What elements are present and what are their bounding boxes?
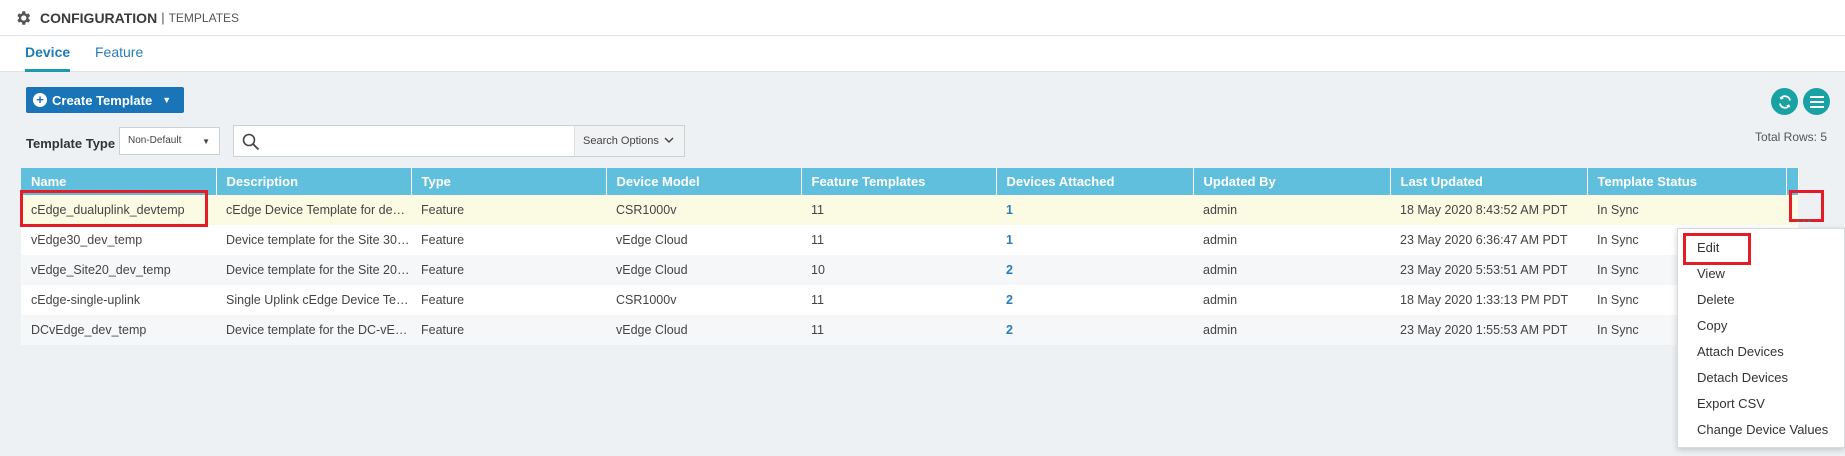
cell-description: cEdge Device Template for devices with d… bbox=[216, 195, 411, 225]
cell-device-model: vEdge Cloud bbox=[616, 233, 688, 247]
tab-bar: Device Feature bbox=[0, 36, 1845, 72]
caret-down-icon: ▼ bbox=[162, 95, 172, 105]
table-row[interactable]: vEdge30_dev_temp Device template for the… bbox=[21, 225, 1798, 255]
cell-name: vEdge30_dev_temp bbox=[31, 233, 143, 247]
table-row[interactable]: cEdge_dualuplink_devtemp cEdge Device Te… bbox=[21, 195, 1798, 225]
cell-device-model: CSR1000v bbox=[606, 195, 801, 225]
cell-feature-templates: 10 bbox=[801, 255, 996, 285]
page-header: CONFIGURATION | TEMPLATES bbox=[0, 0, 1845, 36]
cell-updated-by: admin bbox=[1193, 315, 1390, 345]
devices-attached-link[interactable]: 2 bbox=[996, 255, 1193, 285]
cell-updated-by: admin bbox=[1203, 293, 1238, 307]
table-header-row: Name Description Type Device Model Featu… bbox=[21, 168, 1799, 195]
menu-item-attach-devices[interactable]: Attach Devices bbox=[1697, 344, 1784, 359]
cell-device-model: vEdge Cloud bbox=[606, 255, 801, 285]
row-actions-menu: Edit View Delete Copy Attach Devices Det… bbox=[1677, 228, 1845, 448]
devices-attached-link[interactable]: 2 bbox=[996, 315, 1193, 345]
cell-updated-by: admin bbox=[1193, 195, 1390, 225]
cell-type: Feature bbox=[411, 255, 606, 285]
menu-item-delete[interactable]: Delete bbox=[1697, 292, 1735, 307]
menu-item-edit[interactable]: Edit bbox=[1697, 240, 1719, 255]
cell-updated-by: admin bbox=[1193, 255, 1390, 285]
total-rows-count: Total Rows: 5 bbox=[1754, 130, 1827, 144]
template-type-value: Non-Default bbox=[128, 135, 182, 146]
cell-feature-templates: 11 bbox=[801, 195, 996, 225]
cell-name: vEdge_Site20_dev_temp bbox=[21, 255, 216, 285]
column-header-device-model[interactable]: Device Model bbox=[606, 168, 802, 195]
menu-item-copy[interactable]: Copy bbox=[1697, 318, 1727, 333]
cell-feature-templates: 11 bbox=[811, 233, 824, 247]
column-header-devices-attached[interactable]: Devices Attached bbox=[996, 168, 1194, 195]
hamburger-menu-icon bbox=[1809, 95, 1824, 108]
column-header-template-status[interactable]: Template Status bbox=[1587, 168, 1787, 195]
cell-name: cEdge-single-uplink bbox=[31, 293, 141, 307]
title-separator: | bbox=[161, 10, 165, 25]
cell-last-updated: 23 May 2020 1:55:53 AM PDT bbox=[1390, 315, 1587, 345]
devices-attached-link[interactable]: 1 bbox=[996, 195, 1193, 225]
menu-item-view[interactable]: View bbox=[1697, 266, 1725, 281]
tab-device[interactable]: Device bbox=[25, 44, 71, 72]
search-options-button[interactable]: Search Options bbox=[574, 126, 684, 156]
column-header-updated-by[interactable]: Updated By bbox=[1193, 168, 1391, 195]
cell-description: Device template for the Site 20 vEdges bbox=[216, 255, 411, 285]
search-options-label: Search Options bbox=[583, 135, 659, 147]
menu-item-export-csv[interactable]: Export CSV bbox=[1697, 396, 1765, 411]
plus-circle-icon: + bbox=[33, 93, 47, 107]
column-header-last-updated[interactable]: Last Updated bbox=[1390, 168, 1588, 195]
create-template-label: Create Template bbox=[52, 92, 153, 108]
cell-type: Feature bbox=[421, 293, 465, 307]
search-box: Search Options bbox=[233, 125, 685, 157]
table-menu-button[interactable] bbox=[1803, 88, 1830, 115]
gear-icon bbox=[17, 10, 31, 25]
tab-feature[interactable]: Feature bbox=[95, 44, 143, 69]
cell-description: Device template for the Site 30 vEdge bbox=[226, 233, 411, 247]
table-row[interactable]: cEdge-single-uplink Single Uplink cEdge … bbox=[21, 285, 1798, 315]
create-template-button[interactable]: + Create Template ▼ bbox=[26, 87, 184, 113]
chevron-down-icon bbox=[664, 137, 674, 143]
refresh-button[interactable] bbox=[1771, 88, 1798, 115]
cell-description: Single Uplink cEdge Device Template bbox=[226, 293, 411, 307]
table-row[interactable]: DCvEdge_dev_temp Device template for the… bbox=[21, 315, 1798, 345]
cell-description: Device template for the DC-vEdges bbox=[216, 315, 411, 345]
template-type-select[interactable]: Non-Default ▼ bbox=[119, 127, 220, 155]
table-row[interactable]: vEdge_Site20_dev_temp Device template fo… bbox=[21, 255, 1798, 285]
cell-type: Feature bbox=[421, 233, 465, 247]
cell-updated-by: admin bbox=[1203, 233, 1238, 247]
cell-device-model: vEdge Cloud bbox=[606, 315, 801, 345]
highlight-name-cell bbox=[20, 190, 208, 227]
cell-feature-templates: 11 bbox=[801, 315, 996, 345]
search-input[interactable] bbox=[268, 130, 603, 152]
cell-last-updated: 23 May 2020 6:36:47 AM PDT bbox=[1400, 233, 1568, 247]
column-header-feature-templates[interactable]: Feature Templates bbox=[801, 168, 997, 195]
column-header-type[interactable]: Type bbox=[411, 168, 607, 195]
cell-last-updated: 18 May 2020 8:43:52 AM PDT bbox=[1390, 195, 1587, 225]
search-icon bbox=[242, 133, 260, 151]
cell-last-updated: 23 May 2020 5:53:51 AM PDT bbox=[1390, 255, 1587, 285]
caret-down-icon: ▼ bbox=[202, 137, 210, 146]
devices-attached-link[interactable]: 1 bbox=[996, 225, 1193, 255]
page-title: CONFIGURATION bbox=[40, 9, 158, 26]
row-actions-button[interactable]: ... bbox=[1796, 209, 1812, 227]
column-header-description[interactable]: Description bbox=[216, 168, 412, 195]
templates-table: Name Description Type Device Model Featu… bbox=[21, 168, 1799, 345]
refresh-icon bbox=[1778, 94, 1791, 109]
page-subtitle: TEMPLATES bbox=[168, 10, 240, 25]
cell-name: DCvEdge_dev_temp bbox=[21, 315, 216, 345]
cell-last-updated: 18 May 2020 1:33:13 PM PDT bbox=[1400, 293, 1569, 307]
cell-type: Feature bbox=[411, 195, 606, 225]
cell-device-model: CSR1000v bbox=[616, 293, 677, 307]
devices-attached-link[interactable]: 2 bbox=[996, 285, 1193, 315]
cell-feature-templates: 11 bbox=[811, 293, 824, 307]
menu-item-change-device-values[interactable]: Change Device Values bbox=[1697, 422, 1828, 437]
menu-item-detach-devices[interactable]: Detach Devices bbox=[1697, 370, 1788, 385]
cell-status: In Sync bbox=[1587, 195, 1786, 225]
template-type-label: Template Type bbox=[26, 136, 116, 151]
cell-type: Feature bbox=[411, 315, 606, 345]
